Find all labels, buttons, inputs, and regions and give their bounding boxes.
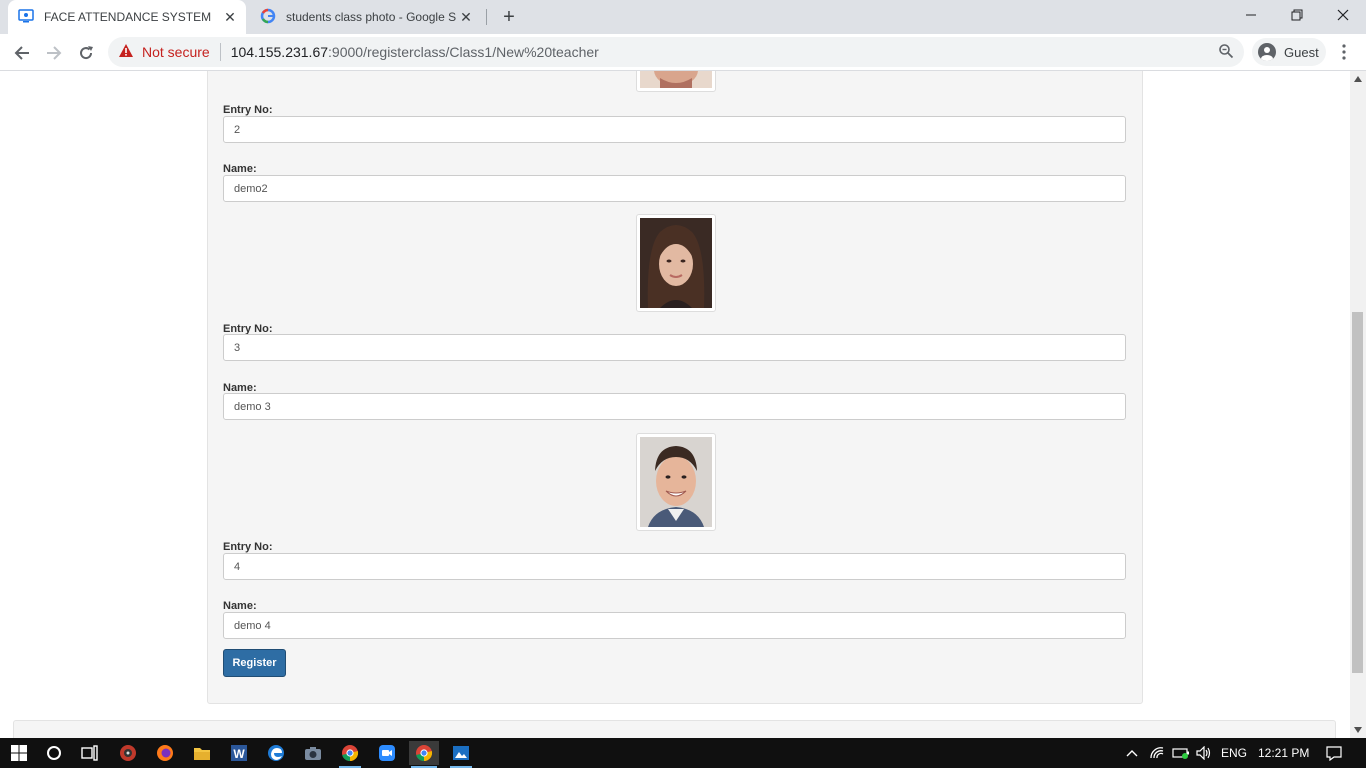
scroll-up-arrow-icon[interactable] — [1350, 71, 1366, 87]
student-photo — [636, 433, 716, 531]
entry-no-input[interactable]: 2 — [223, 116, 1126, 143]
student-photo — [636, 71, 716, 92]
windows-taskbar: W ENG 12:21 PM — [0, 738, 1366, 768]
task-view-icon[interactable] — [75, 741, 105, 765]
register-button[interactable]: Register — [223, 649, 286, 677]
chrome-active-icon[interactable] — [409, 741, 439, 768]
firefox-icon[interactable] — [150, 741, 180, 765]
entry-no-label: Entry No: — [223, 541, 273, 553]
entry-no-input[interactable]: 3 — [223, 334, 1126, 361]
name-label: Name: — [223, 600, 257, 612]
page-scrollbar[interactable] — [1350, 71, 1366, 738]
omnibox-separator — [219, 43, 221, 61]
avatar-icon — [1258, 43, 1276, 61]
not-secure-label[interactable]: Not secure — [142, 44, 210, 60]
media-player-icon[interactable] — [113, 741, 143, 765]
entry-no-label: Entry No: — [223, 104, 273, 116]
page-viewport: Entry No: 2 Name: demo2 Entry No: 3 Name… — [0, 71, 1350, 738]
student-photo — [636, 214, 716, 312]
volume-icon[interactable] — [1189, 741, 1219, 765]
scroll-down-arrow-icon[interactable] — [1350, 722, 1366, 738]
kebab-menu-icon[interactable] — [1334, 40, 1354, 64]
language-indicator[interactable]: ENG — [1221, 738, 1247, 768]
url-host: 104.155.231.67 — [230, 44, 329, 60]
browser-toolbar: Not secure 104.155.231.67:9000/registerc… — [0, 34, 1366, 71]
close-window-icon[interactable] — [1320, 0, 1366, 30]
file-explorer-icon[interactable] — [187, 741, 217, 765]
tab-title: FACE ATTENDANCE SYSTEM — [44, 10, 212, 24]
google-icon — [260, 8, 276, 27]
name-label: Name: — [223, 163, 257, 175]
profile-label: Guest — [1284, 44, 1319, 60]
name-input[interactable]: demo2 — [223, 175, 1126, 202]
reload-icon[interactable] — [72, 39, 100, 67]
back-arrow-icon[interactable] — [8, 39, 36, 67]
chrome-icon[interactable] — [335, 741, 365, 768]
windows-start-icon[interactable] — [4, 741, 34, 765]
tab-title: students class photo - Google Se — [286, 10, 456, 24]
close-icon[interactable]: ✕ — [220, 7, 240, 27]
tab-separator — [486, 9, 487, 25]
notifications-icon[interactable] — [1319, 741, 1349, 765]
name-input[interactable]: demo 4 — [223, 612, 1126, 639]
profile-button[interactable]: Guest — [1252, 38, 1326, 66]
forward-arrow-icon[interactable] — [40, 39, 68, 67]
minimize-icon[interactable] — [1228, 0, 1274, 30]
search-circle-icon[interactable] — [39, 741, 69, 765]
photos-icon[interactable] — [446, 741, 476, 768]
address-bar[interactable]: Not secure 104.155.231.67:9000/registerc… — [108, 37, 1244, 67]
svg-text:W: W — [233, 747, 245, 761]
clock[interactable]: 12:21 PM — [1258, 738, 1309, 768]
register-form-panel: Entry No: 2 Name: demo2 Entry No: 3 Name… — [207, 71, 1143, 704]
restore-icon[interactable] — [1274, 0, 1320, 30]
word-icon[interactable]: W — [224, 741, 254, 765]
scroll-thumb[interactable] — [1352, 312, 1363, 673]
new-tab-button[interactable]: + — [498, 6, 520, 28]
footer-panel — [13, 720, 1336, 738]
close-icon[interactable]: ✕ — [456, 7, 476, 27]
name-input[interactable]: demo 3 — [223, 393, 1126, 420]
url-path: :9000/registerclass/Class1/New%20teacher — [328, 44, 599, 60]
tab-google-search[interactable]: students class photo - Google Se ✕ — [250, 0, 482, 34]
entry-no-input[interactable]: 4 — [223, 553, 1126, 580]
browser-tab-strip: FACE ATTENDANCE SYSTEM ✕ students class … — [0, 0, 1366, 34]
camera-icon[interactable] — [298, 741, 328, 765]
monitor-icon — [18, 8, 34, 27]
tab-face-attendance[interactable]: FACE ATTENDANCE SYSTEM ✕ — [8, 0, 246, 34]
zoom-icon[interactable] — [1218, 43, 1234, 62]
warning-icon[interactable] — [118, 43, 134, 61]
edge-icon[interactable] — [261, 741, 291, 765]
zoom-app-icon[interactable] — [372, 741, 402, 765]
